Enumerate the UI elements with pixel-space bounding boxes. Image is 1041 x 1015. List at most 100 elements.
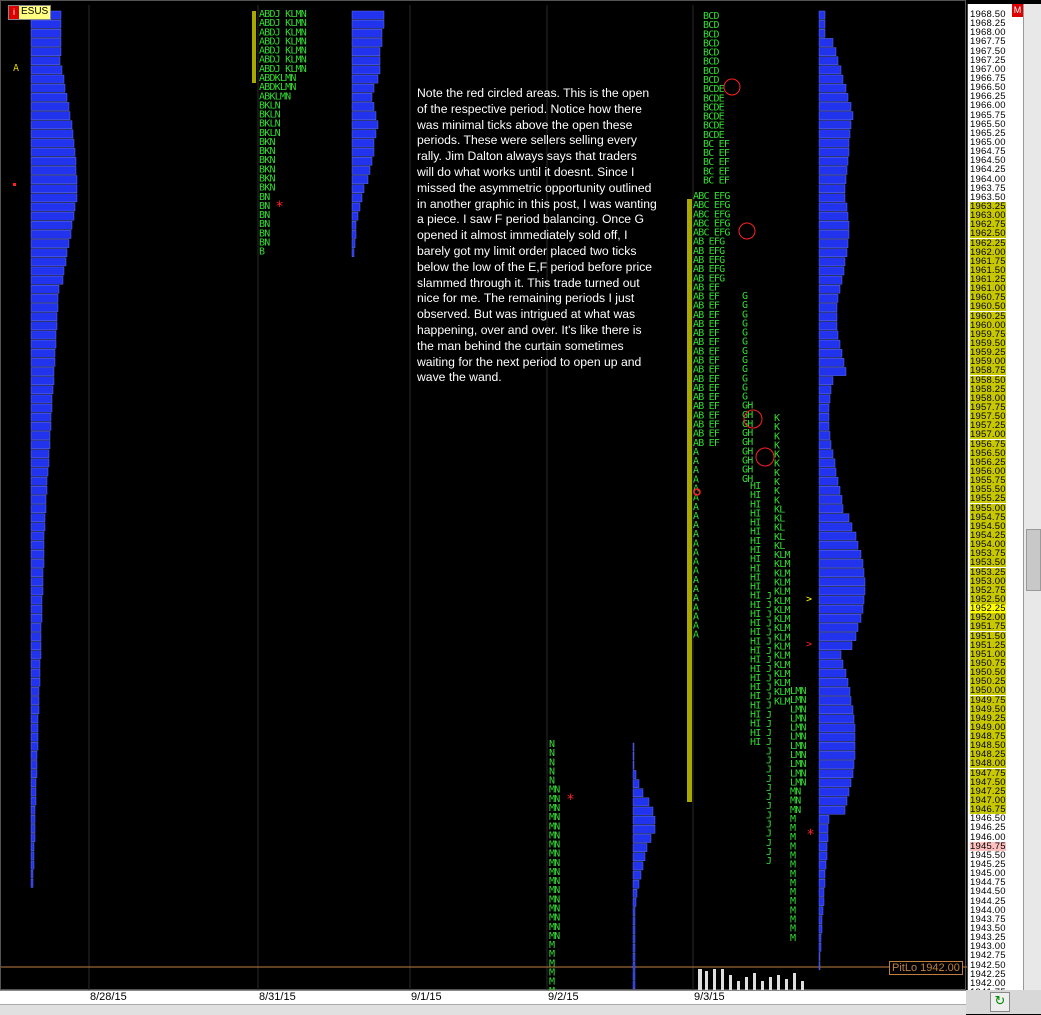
profile-bar-0828 [30, 275, 64, 285]
profile-bar-0903 [818, 147, 850, 157]
profile-bar-0828 [30, 129, 74, 139]
scroll-thumb[interactable] [1026, 529, 1041, 591]
profile-bar-0828 [30, 522, 46, 532]
profile-bar-0902 [632, 761, 635, 770]
profile-bar-0831 [351, 29, 383, 38]
profile-bar-0828 [30, 248, 68, 257]
info-icon: i [9, 6, 19, 19]
profile-bar-0903 [818, 74, 844, 84]
profile-bar-0828 [30, 458, 50, 468]
profile-bar-0902 [632, 770, 637, 779]
profile-bar-0828 [30, 742, 39, 751]
profile-bar-0831 [351, 38, 383, 47]
tpo-letter-row-0903: J [766, 856, 771, 867]
profile-bar-0903 [818, 778, 852, 788]
profile-bar-0828 [30, 650, 42, 660]
date-label: 9/3/15 [694, 991, 725, 1003]
profile-bar-0902 [632, 861, 644, 871]
profile-bar-0828 [30, 312, 58, 321]
profile-bar-0828 [30, 321, 58, 331]
profile-bar-0903 [818, 952, 821, 961]
profile-bar-0828 [30, 787, 37, 797]
profile-bar-0902 [632, 971, 636, 980]
profile-bar-0828 [30, 211, 75, 221]
refresh-corner[interactable]: ↻ [966, 990, 1041, 1014]
profile-bar-0903 [818, 257, 846, 267]
profile-bar-0903 [818, 193, 846, 203]
profile-bar-0903 [818, 221, 850, 230]
profile-bar-0903 [818, 239, 849, 248]
profile-bar-0903 [818, 888, 825, 897]
profile-bar-0902 [632, 889, 638, 898]
profile-bar-0828 [30, 47, 62, 56]
profile-bar-0828 [30, 623, 42, 632]
profile-bar-0903 [818, 138, 850, 148]
profile-bar-0903 [818, 10, 826, 20]
profile-bar-0828 [30, 230, 72, 239]
profile-bar-0903 [818, 751, 856, 760]
profile-bar-0903 [818, 897, 825, 906]
profile-bar-0828 [30, 303, 59, 312]
menu-button[interactable]: M [1012, 4, 1023, 17]
profile-bar-0828 [30, 568, 44, 577]
profile-bar-0903 [818, 403, 830, 413]
profile-bar-0903 [818, 869, 826, 879]
profile-bar-0903 [818, 285, 841, 294]
profile-bar-0831 [351, 202, 361, 212]
profile-bar-0903 [818, 211, 849, 221]
tpo-letter-row-0903: M [790, 933, 796, 944]
profile-bar-0828 [30, 422, 52, 431]
profile-bar-0903 [818, 614, 862, 623]
profile-bar-0903 [818, 787, 850, 797]
profile-bar-0828 [30, 120, 73, 130]
profile-bar-0903 [818, 650, 842, 660]
profile-bar-0903 [818, 476, 839, 486]
value-area-bar [687, 199, 692, 802]
profile-bar-0903 [818, 705, 854, 714]
profile-bar-0828 [30, 805, 36, 815]
profile-bar-0903 [818, 157, 849, 166]
profile-bar-0828 [30, 65, 63, 75]
profile-bar-0828 [30, 111, 71, 120]
profile-bar-0828 [30, 659, 41, 669]
date-label: 9/2/15 [548, 991, 579, 1003]
profile-bar-0902 [632, 742, 635, 752]
horizontal-scrollbar[interactable] [0, 1004, 966, 1015]
profile-bar-0831 [351, 211, 359, 221]
profile-bar-0831 [351, 221, 357, 230]
profile-bar-0903 [818, 742, 856, 751]
volume-bar [729, 975, 732, 991]
profile-bar-0903 [818, 906, 824, 916]
profile-bar-0902 [632, 953, 636, 962]
profile-bar-0828 [30, 495, 47, 504]
open-price-arrow: > [806, 639, 812, 650]
profile-bar-0903 [818, 879, 826, 888]
profile-bar-0828 [30, 202, 76, 212]
value-area-bar [252, 11, 256, 83]
profile-bar-0903 [818, 266, 845, 276]
symbol-badge[interactable]: i ESUS [8, 5, 52, 20]
profile-bar-0903 [818, 568, 865, 577]
profile-bar-0828 [30, 93, 68, 102]
profile-bar-0828 [30, 723, 39, 733]
profile-bar-0828 [30, 385, 54, 395]
volume-bar [753, 973, 756, 991]
profile-bar-0831 [351, 10, 385, 20]
profile-bar-0828 [30, 166, 77, 175]
profile-bar-0831 [351, 157, 373, 166]
profile-bar-0903 [818, 230, 850, 239]
profile-bar-0831 [351, 102, 375, 111]
profile-bar-0903 [818, 486, 841, 495]
profile-bar-0903 [818, 348, 843, 358]
profile-bar-0828 [30, 714, 39, 724]
profile-bar-0903 [818, 495, 843, 504]
profile-bar-0903 [818, 833, 829, 842]
profile-bar-0828 [30, 577, 44, 587]
profile-bar-0828 [30, 595, 43, 605]
vertical-scrollbar[interactable] [1023, 4, 1041, 990]
refresh-icon[interactable]: ↻ [990, 992, 1010, 1012]
profile-bar-0903 [818, 65, 842, 75]
price-scale[interactable]: 1968.50 1968.25 1968.00 1967.75 1967.50 1967.… [967, 4, 1024, 997]
profile-bar-0831 [351, 138, 375, 148]
tpo-chart-area[interactable]: A ABDJ KLMN ABDJ KLMN ABDJ KLMN ABDJ KLMN ABD… [0, 0, 967, 991]
